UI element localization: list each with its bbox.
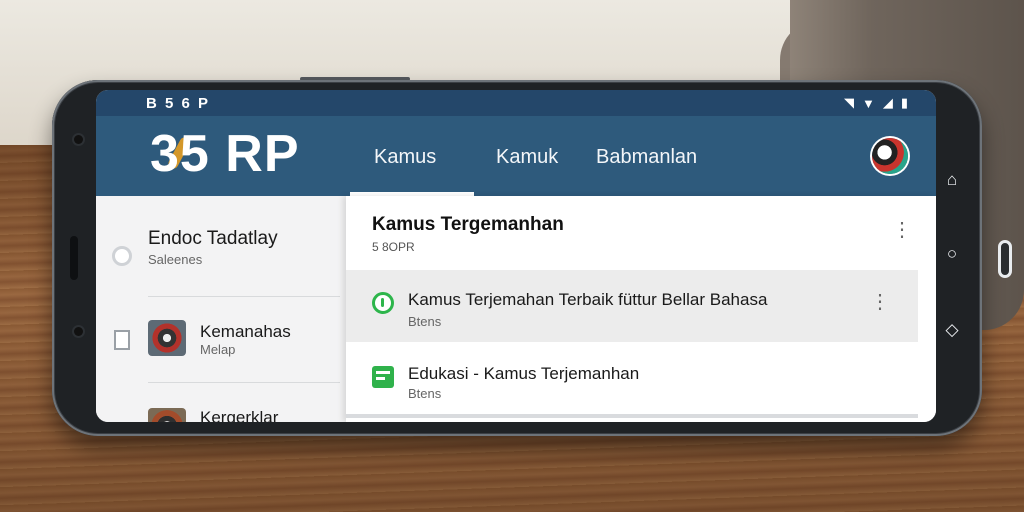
phone-screen: B 5 6 P ◥ ▼ ◢ ▮ 35 RP Kamus Kamuk Babman…	[96, 90, 936, 422]
main-header: Kamus Tergemanhan 5 8OPR ⋮	[346, 196, 936, 268]
front-camera-icon	[74, 135, 83, 144]
phone-speaker	[70, 236, 78, 280]
status-bar: B 5 6 P ◥ ▼ ◢ ▮	[96, 90, 936, 116]
home-nav-icon[interactable]: ○	[942, 244, 962, 264]
app-logo[interactable]: 35 RP	[150, 124, 300, 184]
page-subtitle: 5 8OPR	[372, 240, 415, 254]
more-options-icon[interactable]: ⋮	[870, 292, 890, 312]
sidebar-item-title: Kergerklar	[200, 408, 279, 422]
sidebar-item-subtitle: Melap	[200, 342, 236, 357]
sidebar-item-subtitle: Saleenes	[148, 252, 203, 267]
app-thumbnail-icon	[148, 320, 186, 356]
sensor-icon	[74, 327, 83, 336]
sidebar-item-kemanahas[interactable]: Kemanahas Melap	[96, 296, 346, 382]
status-icons: ◥ ▼ ◢ ▮	[844, 95, 908, 111]
list-item-title: Edukasi - Kamus Terjemanhan	[408, 364, 640, 383]
app-bar: 35 RP Kamus Kamuk Babmanlan	[96, 116, 936, 196]
phone-side-button	[998, 240, 1012, 278]
main-panel: Kamus Tergemanhan 5 8OPR ⋮ Kamus Terjema…	[346, 196, 936, 422]
back-nav-icon[interactable]: ⌂	[942, 170, 962, 190]
wifi-icon: ▼	[861, 95, 875, 111]
list-item-subtitle: Btens	[408, 314, 442, 329]
list-item[interactable]: Kamus Terjemahan Terbaik füttur Bellar B…	[346, 270, 918, 342]
sidebar-item-title: Endoc Tadatlay	[148, 228, 278, 249]
tab-kamus[interactable]: Kamus	[374, 146, 436, 169]
page-title: Kamus Tergemanhan	[372, 214, 564, 235]
app-thumbnail-icon	[148, 408, 186, 422]
list-item-subtitle: Btens	[408, 386, 442, 401]
signal-icon: ◥	[843, 95, 854, 110]
list-bottom-divider	[346, 414, 918, 418]
status-text: B 5 6 P	[146, 95, 211, 112]
list-item[interactable]: Edukasi - Kamus Terjemanhan Btens	[346, 346, 918, 414]
list-item-title: Kamus Terjemahan Terbaik füttur Bellar B…	[408, 290, 768, 309]
sidebar: Endoc Tadatlay Saleenes Kemanahas Melap …	[96, 196, 346, 422]
tab-babmanlan[interactable]: Babmanlan	[596, 146, 697, 169]
card-icon	[114, 330, 130, 350]
avatar[interactable]	[872, 138, 908, 174]
book-icon	[372, 366, 394, 388]
battery-icon: ▮	[900, 95, 908, 110]
clock-icon	[372, 292, 394, 314]
tab-kamuk[interactable]: Kamuk	[496, 146, 558, 169]
sidebar-item-kergerklar[interactable]: Kergerklar	[96, 382, 346, 422]
cell-icon: ◢	[882, 95, 893, 110]
sidebar-item-title: Kemanahas	[200, 322, 291, 341]
more-options-icon[interactable]: ⋮	[892, 220, 912, 240]
sidebar-item-endoc[interactable]: Endoc Tadatlay Saleenes	[96, 196, 346, 296]
radio-icon	[112, 246, 132, 266]
recents-nav-icon[interactable]: ◇	[942, 320, 962, 340]
